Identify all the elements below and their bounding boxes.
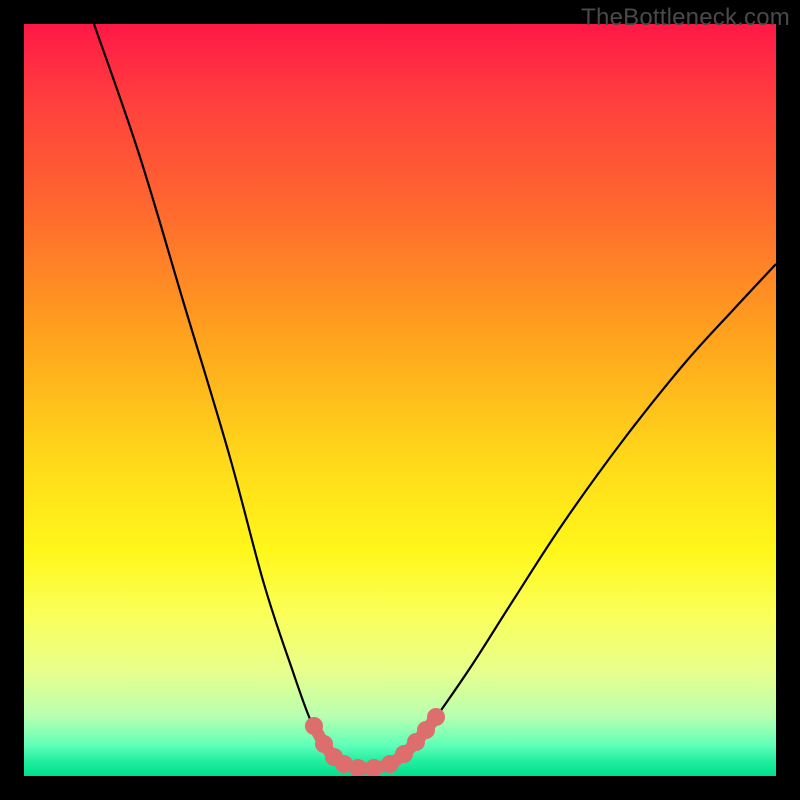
highlight-markers xyxy=(305,708,445,776)
chart-svg xyxy=(24,24,776,776)
highlight-dot xyxy=(427,708,445,726)
curve-group xyxy=(94,24,776,776)
bottleneck-curve xyxy=(94,24,776,769)
watermark-text: TheBottleneck.com xyxy=(581,4,790,32)
chart-plot-area xyxy=(24,24,776,776)
highlight-dot xyxy=(305,717,323,735)
